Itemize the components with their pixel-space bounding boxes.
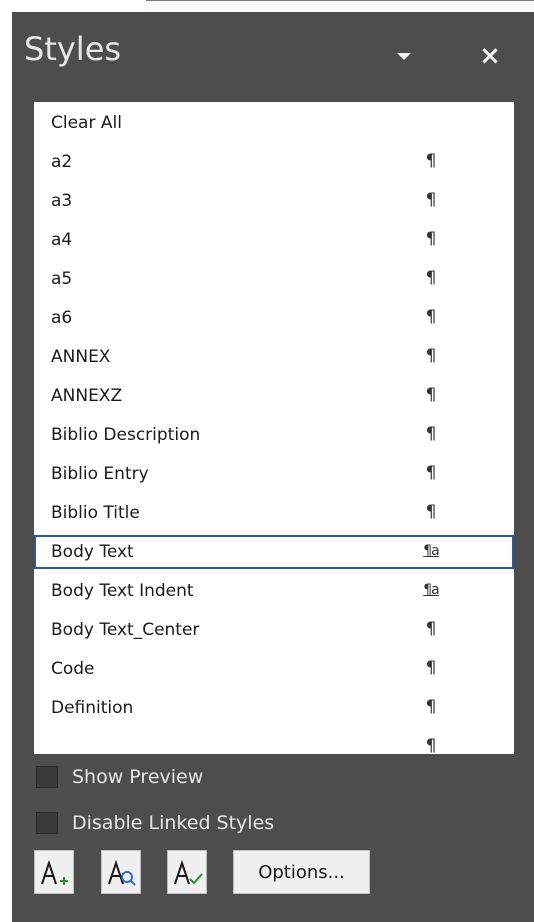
- style-inspector-icon: [108, 859, 136, 886]
- style-row-partial[interactable]: ¶: [34, 730, 514, 754]
- style-row[interactable]: ANNEX ¶: [34, 340, 514, 374]
- style-name: a4: [51, 230, 73, 250]
- close-icon: ×: [479, 41, 501, 71]
- paragraph-mark-icon: ¶: [425, 502, 437, 522]
- style-inspector-button[interactable]: [101, 850, 141, 894]
- new-style-button[interactable]: [34, 850, 74, 894]
- top-strip: [0, 0, 534, 13]
- style-row[interactable]: Body Text Indent ¶a: [34, 574, 514, 608]
- paragraph-mark-icon: ¶: [425, 190, 437, 210]
- style-row[interactable]: Biblio Entry ¶: [34, 457, 514, 491]
- show-preview-option[interactable]: Show Preview: [36, 764, 203, 790]
- show-preview-label: Show Preview: [72, 766, 204, 788]
- paragraph-mark-icon: ¶: [425, 463, 437, 483]
- style-row[interactable]: ANNEXZ ¶: [34, 379, 514, 413]
- linked-style-icon: ¶a: [423, 543, 440, 559]
- style-name: ANNEXZ: [51, 386, 123, 406]
- new-style-icon: [41, 859, 68, 885]
- paragraph-mark-icon: ¶: [425, 658, 437, 678]
- disable-linked-styles-label: Disable Linked Styles: [72, 812, 275, 834]
- style-name: Biblio Entry: [51, 464, 149, 484]
- paragraph-mark-icon: ¶: [425, 151, 437, 171]
- style-name: Body Text: [51, 542, 134, 562]
- style-name: a2: [51, 152, 73, 172]
- pane-options-button[interactable]: [384, 40, 424, 72]
- style-name: Biblio Title: [51, 503, 140, 523]
- disable-linked-styles-checkbox[interactable]: [36, 812, 58, 834]
- paragraph-mark-icon: ¶: [425, 619, 437, 639]
- style-row-clear-all[interactable]: Clear All: [34, 106, 514, 140]
- style-row[interactable]: a3 ¶: [34, 184, 514, 218]
- pane-title: Styles: [24, 30, 122, 68]
- style-row[interactable]: a5 ¶: [34, 262, 514, 296]
- style-name: Code: [51, 659, 95, 679]
- style-name: Body Text_Center: [51, 620, 200, 640]
- style-row[interactable]: a2 ¶: [34, 145, 514, 179]
- style-name: Definition: [51, 698, 134, 718]
- paragraph-mark-icon: ¶: [425, 385, 437, 405]
- style-row[interactable]: Definition ¶: [34, 691, 514, 725]
- close-button[interactable]: ×: [470, 40, 510, 72]
- style-row-selected[interactable]: Body Text ¶a: [34, 535, 514, 569]
- style-row[interactable]: Biblio Title ¶: [34, 496, 514, 530]
- style-row[interactable]: Biblio Description ¶: [34, 418, 514, 452]
- style-row[interactable]: Body Text_Center ¶: [34, 613, 514, 647]
- options-button[interactable]: Options...: [233, 850, 370, 894]
- style-name: a6: [51, 308, 73, 328]
- paragraph-mark-icon: ¶: [425, 697, 437, 717]
- show-preview-checkbox[interactable]: [36, 766, 58, 788]
- style-name: Clear All: [51, 113, 122, 133]
- chevron-down-icon: [397, 52, 411, 60]
- paragraph-mark-icon: ¶: [425, 736, 437, 754]
- paragraph-mark-icon: ¶: [425, 307, 437, 327]
- manage-styles-icon: [174, 859, 203, 885]
- paragraph-mark-icon: ¶: [425, 229, 437, 249]
- paragraph-mark-icon: ¶: [425, 424, 437, 444]
- styles-list[interactable]: Clear All a2 ¶ a3 ¶ a4 ¶ a5 ¶ a6 ¶ ANNEX…: [34, 102, 514, 754]
- manage-styles-button[interactable]: [167, 850, 207, 894]
- style-name: Body Text Indent: [51, 581, 194, 601]
- style-name: a5: [51, 269, 73, 289]
- style-row[interactable]: a4 ¶: [34, 223, 514, 257]
- style-row[interactable]: a6 ¶: [34, 301, 514, 335]
- disable-linked-styles-option[interactable]: Disable Linked Styles: [36, 810, 274, 836]
- style-name: a3: [51, 191, 73, 211]
- style-name: ANNEX: [51, 347, 111, 367]
- style-name: Biblio Description: [51, 425, 201, 445]
- linked-style-icon: ¶a: [423, 582, 440, 598]
- paragraph-mark-icon: ¶: [425, 346, 437, 366]
- paragraph-mark-icon: ¶: [425, 268, 437, 288]
- style-row[interactable]: Code ¶: [34, 652, 514, 686]
